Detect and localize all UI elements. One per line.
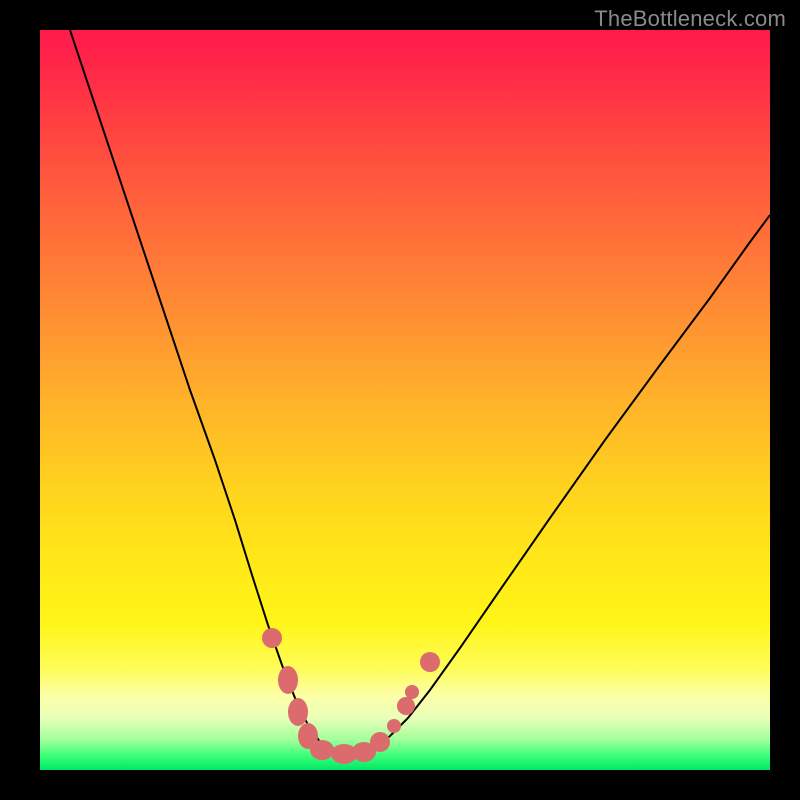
data-marker-4: [310, 740, 334, 760]
data-marker-9: [397, 697, 415, 715]
watermark-text: TheBottleneck.com: [594, 6, 786, 32]
plot-area: [40, 30, 770, 770]
data-marker-2: [288, 698, 308, 726]
data-marker-11: [420, 652, 440, 672]
bottleneck-curve: [70, 30, 770, 754]
curve-svg: [40, 30, 770, 770]
data-marker-1: [278, 666, 298, 694]
data-marker-8: [387, 719, 401, 733]
data-marker-10: [405, 685, 419, 699]
data-marker-0: [262, 628, 282, 648]
data-marker-7: [370, 732, 390, 752]
marker-group: [262, 628, 440, 764]
chart-frame: TheBottleneck.com: [0, 0, 800, 800]
